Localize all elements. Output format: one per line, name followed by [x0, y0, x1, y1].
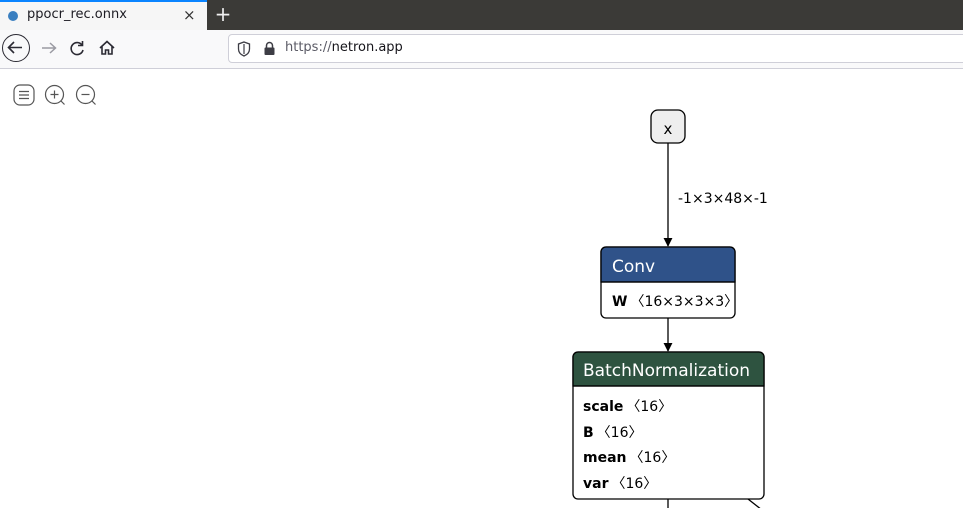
bn-attr-mean-name: mean: [583, 450, 627, 466]
input-node-x[interactable]: x: [650, 109, 686, 144]
address-bar[interactable]: https://netron.app: [228, 34, 963, 63]
url-text[interactable]: https://netron.app: [285, 40, 403, 55]
url-host: netron.app: [331, 40, 403, 55]
batchnorm-node[interactable]: BatchNormalization scale 〈16〉 B 〈16〉 mean 〈…: [572, 351, 765, 500]
bn-attr-b-value: 〈16〉: [597, 425, 643, 441]
bn-attr-scale: scale 〈16〉: [583, 399, 672, 415]
bn-attr-scale-value: 〈16〉: [626, 399, 672, 415]
conv-node-title: Conv: [612, 257, 655, 277]
home-icon: [99, 40, 115, 55]
new-tab-button[interactable]: +: [212, 0, 234, 28]
arrow-left-icon: [7, 41, 22, 54]
browser-tab[interactable]: ppocr_rec.onnx ×: [0, 0, 207, 30]
home-button[interactable]: [96, 36, 118, 60]
bn-attr-scale-name: scale: [583, 399, 623, 415]
shield-icon[interactable]: [237, 41, 251, 57]
tab-close-button[interactable]: ×: [183, 6, 196, 24]
globe-icon: [8, 11, 18, 21]
bn-attr-var-name: var: [583, 476, 609, 492]
reload-icon: [70, 41, 84, 56]
navigation-bar: https://netron.app: [0, 30, 963, 69]
tab-title: ppocr_rec.onnx: [27, 7, 127, 22]
bn-attr-var: var 〈16〉: [583, 476, 657, 492]
lock-icon[interactable]: [263, 41, 276, 56]
input-node-label: x: [664, 120, 673, 138]
url-scheme: https://: [285, 40, 332, 55]
batchnorm-node-title: BatchNormalization: [583, 361, 750, 381]
bn-attr-b: B 〈16〉: [583, 425, 643, 441]
edge-bn-out-2: [747, 498, 761, 508]
bn-attr-mean-value: 〈16〉: [630, 450, 676, 466]
bn-attr-var-value: 〈16〉: [611, 476, 657, 492]
conv-attr-w-name: W: [612, 294, 627, 310]
bn-attr-b-name: B: [583, 425, 594, 441]
edge-label-shape: -1×3×48×-1: [678, 191, 768, 207]
tab-strip: ppocr_rec.onnx × +: [0, 0, 963, 30]
forward-button[interactable]: [38, 36, 60, 60]
reload-button[interactable]: [66, 36, 88, 60]
conv-attr-w: W 〈16×3×3×3〉: [612, 294, 738, 310]
arrow-right-icon: [42, 42, 57, 54]
conv-attr-w-value: 〈16×3×3×3〉: [630, 294, 738, 310]
conv-node[interactable]: Conv W 〈16×3×3×3〉: [600, 246, 738, 319]
back-button[interactable]: [2, 34, 30, 62]
model-graph[interactable]: x -1×3×48×-1 Conv W 〈16×3×3×3〉 BatchNorma…: [0, 69, 963, 508]
bn-attr-mean: mean 〈16〉: [583, 450, 675, 466]
